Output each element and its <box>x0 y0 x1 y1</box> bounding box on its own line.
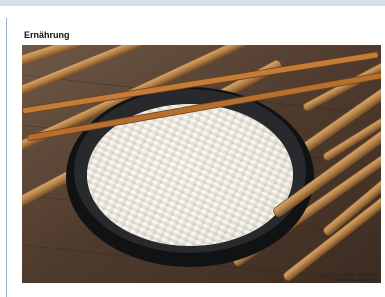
photo-illustration <box>22 45 381 283</box>
bowl <box>66 87 314 267</box>
left-accent-rule <box>6 18 7 297</box>
top-bar <box>0 0 385 6</box>
rice-bowl-photo: © Kurt F. Domnik / pixelio.de wiki.wisse… <box>22 45 381 283</box>
image-credit-line-2: wiki.wissenstrails.de <box>336 277 377 282</box>
section-title: Ernährung <box>24 30 70 40</box>
image-credit: © Kurt F. Domnik / pixelio.de wiki.wisse… <box>277 272 377 282</box>
